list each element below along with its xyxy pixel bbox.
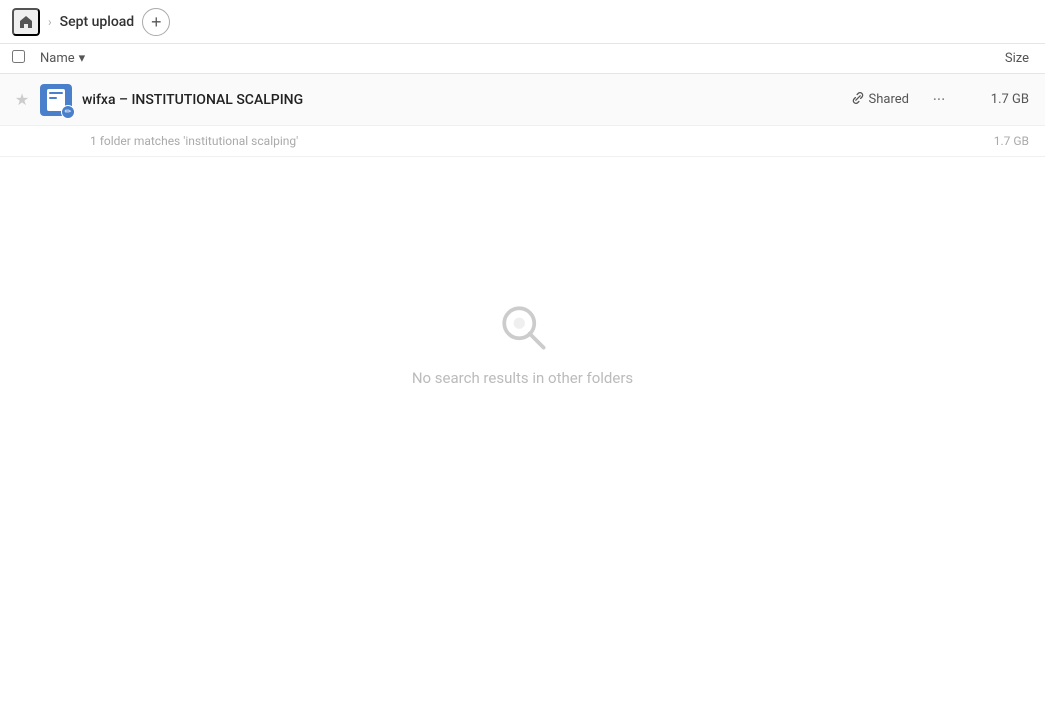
- no-results-icon: [493, 297, 553, 357]
- shared-label: Shared: [869, 92, 909, 107]
- file-row[interactable]: ★ ✏ wifxa – INSTITUTIONAL SCALPING Share…: [0, 74, 1045, 126]
- home-button[interactable]: [12, 8, 40, 36]
- file-meta: Shared ··· 1.7 GB: [851, 86, 1029, 114]
- info-size: 1.7 GB: [994, 134, 1029, 148]
- header-bar: › Sept upload +: [0, 0, 1045, 44]
- no-results-text: No search results in other folders: [412, 369, 633, 387]
- breadcrumb-chevron: ›: [48, 15, 52, 29]
- pencil-badge: ✏: [61, 105, 75, 119]
- size-column-label: Size: [1005, 51, 1029, 66]
- shared-badge: Shared: [851, 91, 909, 109]
- size-column-header: Size: [969, 51, 1029, 66]
- select-all-checkbox[interactable]: [12, 50, 32, 67]
- home-icon: [18, 14, 34, 30]
- more-button[interactable]: ···: [925, 86, 953, 114]
- star-button[interactable]: ★: [12, 90, 32, 109]
- chain-link-icon: [851, 91, 865, 105]
- breadcrumb-label: Sept upload: [60, 14, 135, 30]
- file-name: wifxa – INSTITUTIONAL SCALPING: [82, 92, 851, 108]
- sort-icon: ▾: [79, 51, 86, 66]
- add-button[interactable]: +: [142, 8, 170, 36]
- info-row: 1 folder matches 'institutional scalping…: [0, 126, 1045, 157]
- column-header: Name ▾ Size: [0, 44, 1045, 74]
- checkbox-input[interactable]: [12, 50, 25, 63]
- breadcrumb-item[interactable]: Sept upload: [60, 14, 135, 30]
- file-size: 1.7 GB: [969, 92, 1029, 107]
- add-icon: +: [151, 13, 162, 31]
- file-icon: ✏: [40, 84, 72, 116]
- more-icon: ···: [933, 90, 946, 109]
- empty-state: No search results in other folders: [0, 157, 1045, 387]
- name-column-label: Name: [40, 51, 75, 66]
- link-icon: [851, 91, 865, 109]
- matches-text: 1 folder matches 'institutional scalping…: [90, 134, 298, 148]
- name-column-header[interactable]: Name ▾: [40, 51, 969, 66]
